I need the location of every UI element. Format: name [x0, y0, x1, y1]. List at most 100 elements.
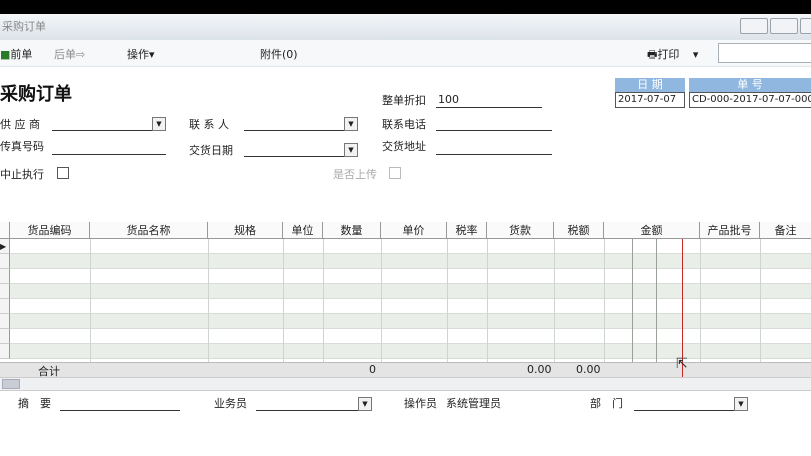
table-row[interactable]: [10, 299, 811, 314]
supplier-select[interactable]: ▼: [52, 116, 166, 131]
total-quantity: 0: [369, 363, 376, 376]
order-number-header: 单 号: [689, 78, 811, 92]
supplier-label: 供 应 商: [0, 118, 40, 131]
fax-field[interactable]: [52, 140, 166, 155]
row-header[interactable]: [0, 254, 10, 269]
maximize-button[interactable]: [770, 18, 798, 34]
date-field[interactable]: 2017-07-07: [615, 92, 685, 108]
contact-select[interactable]: ▼: [244, 116, 358, 131]
col-unit-price[interactable]: 单价: [381, 222, 447, 239]
discount-value: 100: [438, 93, 459, 106]
window-title: 采购订单: [2, 20, 46, 33]
col-tax-amount[interactable]: 税额: [554, 222, 604, 239]
fax-label: 传真号码: [0, 140, 44, 153]
table-row[interactable]: [10, 284, 811, 299]
row-header[interactable]: [0, 284, 10, 299]
grid-corner: [0, 222, 10, 239]
total-tax-amount: 0.00: [576, 363, 601, 376]
grid-divider: [447, 239, 448, 377]
summary-field[interactable]: [60, 396, 180, 411]
table-row[interactable]: [10, 269, 811, 284]
summary-label: 摘 要: [18, 397, 51, 410]
row-header[interactable]: [0, 299, 10, 314]
col-quantity[interactable]: 数量: [323, 222, 381, 239]
delivery-date-select[interactable]: ▼: [244, 142, 358, 157]
row-header[interactable]: [0, 269, 10, 284]
upload-checkbox[interactable]: [389, 167, 401, 179]
grid-divider: [656, 239, 657, 377]
discount-field[interactable]: 100: [436, 93, 542, 108]
table-row[interactable]: [10, 344, 811, 359]
grid-divider: [632, 239, 633, 377]
discount-label: 整单折扣: [382, 94, 426, 107]
attachment-button[interactable]: 附件(0): [260, 46, 298, 62]
screen-top-bar: [0, 0, 811, 14]
grid-divider: [487, 239, 488, 377]
phone-label: 联系电话: [382, 118, 426, 131]
col-tax-rate[interactable]: 税率: [447, 222, 487, 239]
dropdown-arrow-icon: ▼: [358, 397, 372, 411]
total-row: [0, 362, 811, 378]
minimize-button[interactable]: [740, 18, 768, 34]
table-row[interactable]: [10, 254, 811, 269]
stop-execution-checkbox[interactable]: [57, 167, 69, 179]
dropdown-arrow-icon: ▼: [344, 143, 358, 157]
upload-label: 是否上传: [333, 168, 377, 181]
dropdown-arrow-icon: ▼: [344, 117, 358, 131]
scrollbar-thumb[interactable]: [2, 379, 20, 389]
total-goods-amount: 0.00: [527, 363, 552, 376]
phone-field[interactable]: [436, 116, 552, 131]
date-header: 日 期: [615, 78, 685, 92]
horizontal-scrollbar[interactable]: [0, 377, 811, 391]
row-header[interactable]: [0, 329, 10, 344]
next-button[interactable]: 后单⇨: [54, 46, 85, 62]
salesman-select[interactable]: ▼: [256, 396, 372, 411]
dropdown-arrow-icon: ▼: [152, 117, 166, 131]
operator-value: 系统管理员: [446, 397, 501, 410]
arrow-right-icon: ⇨: [76, 48, 86, 61]
window-titlebar: 采购订单: [0, 14, 811, 41]
grid-divider: [700, 239, 701, 377]
operator-label: 操作员: [404, 397, 437, 410]
col-spec[interactable]: 规格: [208, 222, 283, 239]
col-item-name[interactable]: 货品名称: [90, 222, 208, 239]
col-goods-amount[interactable]: 货款: [487, 222, 554, 239]
row-header[interactable]: [0, 314, 10, 329]
dropdown-arrow-icon: ▼: [734, 397, 748, 411]
table-row[interactable]: [10, 329, 811, 344]
printer-icon: 🖶: [647, 48, 658, 61]
delivery-address-field[interactable]: [436, 140, 552, 155]
grid-divider: [283, 239, 284, 377]
table-row[interactable]: [10, 239, 811, 254]
salesman-label: 业务员: [214, 397, 247, 410]
order-number-field[interactable]: CD-000-2017-07-07-000: [689, 92, 811, 108]
department-label: 部 门: [590, 397, 623, 410]
close-button[interactable]: [800, 18, 811, 34]
col-total-amount[interactable]: 金额: [604, 222, 700, 239]
chevron-down-icon: ▾: [149, 48, 155, 61]
col-item-code[interactable]: 货品编码: [10, 222, 90, 239]
row-header[interactable]: ▶: [0, 239, 10, 254]
col-unit[interactable]: 单位: [283, 222, 323, 239]
col-remarks[interactable]: 备注: [760, 222, 811, 239]
delivery-date-label: 交货日期: [189, 144, 233, 157]
prev-icon: ■: [0, 48, 11, 61]
print-button[interactable]: 🖶打印 ▾: [647, 46, 698, 65]
page-title: 采购订单: [0, 84, 72, 105]
grid-divider: [604, 239, 605, 377]
operations-menu[interactable]: 操作▾: [127, 46, 155, 62]
col-batch-number[interactable]: 产品批号: [700, 222, 760, 239]
row-header[interactable]: [0, 344, 10, 359]
contact-label: 联 系 人: [189, 118, 229, 131]
grid-divider: [381, 239, 382, 377]
grid-divider: [90, 239, 91, 377]
grid-divider: [554, 239, 555, 377]
department-select[interactable]: ▼: [634, 396, 748, 411]
stop-execution-label: 中止执行: [0, 168, 44, 181]
grid-divider: [208, 239, 209, 377]
grid-divider: [760, 239, 761, 377]
search-input[interactable]: [718, 43, 811, 63]
prev-button[interactable]: ■前单: [0, 46, 32, 62]
grid-divider: [323, 239, 324, 377]
table-row[interactable]: [10, 314, 811, 329]
